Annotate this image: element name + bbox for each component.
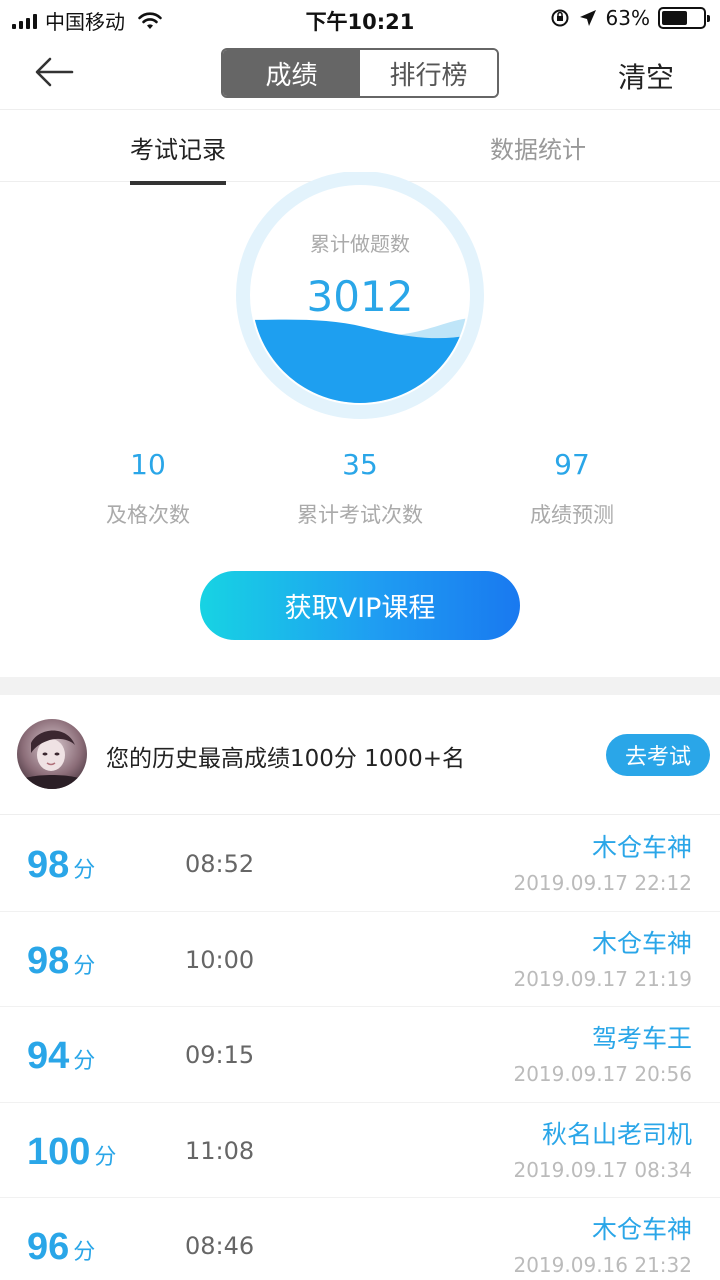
record-duration: 08:46 [185,1232,255,1260]
status-right: 63% [550,6,710,30]
stat-value: 97 [554,448,590,481]
stat-label: 成绩预测 [530,503,614,527]
score-value: 94 [27,1035,70,1077]
stat-exam-count: 35 累计考试次数 [260,448,460,529]
orientation-lock-icon [551,9,569,27]
get-vip-course-button[interactable]: 获取VIP课程 [200,571,520,640]
segment-ranking[interactable]: 排行榜 [360,50,497,96]
stat-label: 累计考试次数 [297,503,423,527]
battery-level [662,11,688,25]
record-duration: 10:00 [185,945,255,974]
record-date: 2019.09.16 21:32 [513,1253,692,1277]
score-value: 100 [27,1130,91,1173]
record-score: 98 分 [27,844,95,887]
battery-percent: 63% [605,6,650,30]
score-unit: 分 [73,858,96,883]
stat-pass-count: 10 及格次数 [48,448,248,529]
record-name: 驾考车王 [591,1024,692,1053]
nav-bar: 成绩 排行榜 清空 [0,38,720,110]
score-value: 96 [27,1226,70,1268]
section-divider [0,677,720,695]
status-bar: 中国移动 下午10:21 63% [0,0,720,38]
record-date: 2019.09.17 22:12 [513,871,692,895]
back-arrow-icon[interactable] [32,52,76,92]
record-duration: 08:52 [185,850,255,878]
exam-records-list: 98 分 08:52 木仓车神 2019.09.17 22:12 98 分 10… [0,816,720,1280]
record-date: 2019.09.17 21:19 [513,966,692,991]
go-exam-button[interactable]: 去考试 [606,734,710,776]
record-score: 98 分 [27,940,95,983]
tab-exam-records[interactable]: 考试记录 [130,130,226,185]
record-date: 2019.09.17 08:34 [513,1157,692,1182]
score-unit: 分 [73,1049,96,1074]
record-row[interactable]: 100 分 11:08 秋名山老司机 2019.09.17 08:34 [0,1103,720,1198]
score-unit: 分 [73,953,96,979]
avatar[interactable] [17,719,87,789]
score-unit: 分 [94,1144,117,1170]
record-row[interactable]: 98 分 10:00 木仓车神 2019.09.17 21:19 [0,912,720,1007]
record-date: 2019.09.17 20:56 [513,1062,692,1086]
best-score-row: 您的历史最高成绩100分 1000+名 去考试 [0,695,720,815]
location-icon [579,10,596,26]
stat-value: 10 [130,448,166,481]
segment-score[interactable]: 成绩 [223,50,360,96]
record-score: 100 分 [27,1131,116,1174]
clear-button[interactable]: 清空 [618,56,674,96]
record-duration: 09:15 [185,1041,255,1069]
record-row[interactable]: 98 分 08:52 木仓车神 2019.09.17 22:12 [0,816,720,912]
record-score: 96 分 [27,1226,95,1269]
stat-value: 35 [342,448,378,481]
record-name: 木仓车神 [591,928,692,958]
score-value: 98 [27,844,70,886]
record-row[interactable]: 94 分 09:15 驾考车王 2019.09.17 20:56 [0,1007,720,1103]
avatar-image [17,719,87,789]
record-name: 木仓车神 [591,833,692,862]
total-questions-circle: 累计做题数 3012 [234,171,486,422]
circle-label: 累计做题数 [310,232,410,256]
best-score-text: 您的历史最高成绩100分 1000+名 [106,746,466,772]
record-row[interactable]: 96 分 08:46 木仓车神 2019.09.16 21:32 [0,1198,720,1280]
battery-icon [658,7,710,29]
stat-score-prediction: 97 成绩预测 [472,448,672,529]
tab-data-stats[interactable]: 数据统计 [490,130,586,165]
record-score: 94 分 [27,1035,95,1078]
circle-value: 3012 [306,272,414,321]
record-name: 木仓车神 [591,1215,692,1244]
score-unit: 分 [73,1240,96,1265]
stat-label: 及格次数 [106,503,190,527]
segment-control: 成绩 排行榜 [221,48,499,98]
record-duration: 11:08 [185,1136,255,1165]
record-name: 秋名山老司机 [541,1119,692,1149]
score-value: 98 [27,939,70,982]
